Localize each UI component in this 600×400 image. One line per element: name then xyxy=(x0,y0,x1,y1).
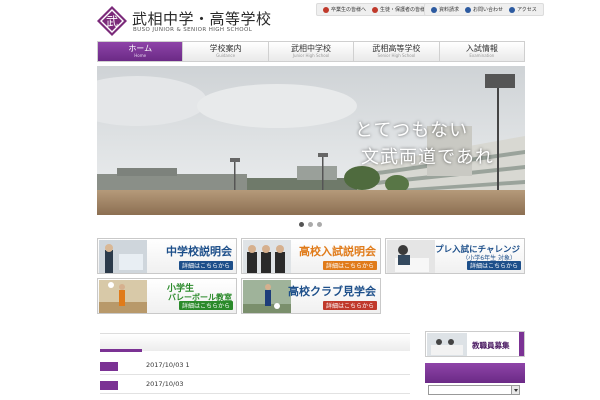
banner-photo-students xyxy=(243,240,291,273)
nav-examination-label: 入試情報 xyxy=(465,44,498,53)
alumni-link-label: 卒業生の皆様へ xyxy=(331,7,367,13)
banner-high-school-club-tour[interactable]: 高校クラブ見学会 詳細はこちらから xyxy=(241,278,381,314)
news-category-tag xyxy=(100,381,118,390)
chevron-down-icon xyxy=(511,386,519,394)
school-name-english: BUSO JUNIOR & SENIOR HIGH SCHOOL xyxy=(133,27,253,33)
banner-volleyball-class[interactable]: 小学生 バレーボール教室 詳細はこちらから xyxy=(97,278,237,314)
access-link-label: アクセス xyxy=(517,7,537,13)
news-list-header xyxy=(100,333,410,352)
nav-guidance-label: 学校案内 xyxy=(209,44,242,53)
students-parents-link[interactable]: 生徒・保護者の皆様へ xyxy=(372,6,430,13)
banner-photo-volleyball xyxy=(99,280,147,313)
nav-junior-high-label: 武相中学校 xyxy=(291,44,332,53)
nav-examination[interactable]: 入試情報 Examination xyxy=(440,42,524,61)
brochure-request-link[interactable]: 資料請求 xyxy=(431,6,459,13)
news-header-accent xyxy=(100,349,142,352)
banner-pre-entrance-challenge[interactable]: プレ入試にチャレンジ （小学6年生 対象） 詳細はこちらから xyxy=(385,238,525,274)
nav-junior-high-sub: Junior High School xyxy=(292,53,330,58)
nav-junior-high[interactable]: 武相中学校 Junior High School xyxy=(269,42,355,61)
slide-dot-2[interactable] xyxy=(308,222,313,227)
contact-link-label: お問い合わせ xyxy=(473,7,504,13)
school-crest-icon[interactable]: 武 xyxy=(97,6,127,36)
news-category-tag xyxy=(100,362,118,371)
slideshow-pager xyxy=(299,222,322,227)
access-link[interactable]: アクセス xyxy=(509,6,537,13)
blue-bullet-icon xyxy=(509,6,516,13)
news-item[interactable]: 2017/10/03 1 xyxy=(100,357,410,375)
brochure-request-label: 資料請求 xyxy=(439,7,460,13)
students-parents-link-label: 生徒・保護者の皆様へ xyxy=(380,7,431,13)
red-bullet-icon xyxy=(372,6,379,13)
news-list: 2017/10/03 1 2017/10/03 xyxy=(100,333,410,400)
school-name[interactable]: 武相中学・高等学校 xyxy=(132,8,272,29)
top-links-group-1: 卒業生の皆様へ 生徒・保護者の皆様へ xyxy=(316,3,438,16)
slide-dot-1[interactable] xyxy=(299,222,304,227)
hero-catchphrase-line2: 文武両道であれ xyxy=(361,147,494,168)
alumni-link[interactable]: 卒業生の皆様へ xyxy=(323,6,366,13)
staff-recruitment-label: 教職員募集 xyxy=(472,341,510,350)
nav-home[interactable]: ホーム Home xyxy=(98,42,184,61)
banner-title: 高校クラブ見学会 xyxy=(288,285,376,298)
slide-dot-3[interactable] xyxy=(317,222,322,227)
news-date: 2017/10/03 xyxy=(146,380,184,388)
details-button[interactable]: 詳細はこちらから xyxy=(178,261,233,270)
contact-link[interactable]: お問い合わせ xyxy=(465,6,503,13)
banner-photo-exam xyxy=(387,240,435,273)
global-nav: ホーム Home 学校案内 Guidance 武相中学校 Junior High… xyxy=(97,41,525,62)
details-button[interactable]: 詳細はこちらから xyxy=(466,261,521,270)
link-select-dropdown[interactable] xyxy=(428,385,520,395)
banner-junior-high-info-session[interactable]: 中学校説明会 詳細はこちらから xyxy=(97,238,237,274)
nav-home-label: ホーム xyxy=(128,44,153,53)
nav-guidance-sub: Guidance xyxy=(216,53,236,58)
banner-photo-sports xyxy=(243,280,291,313)
news-item[interactable] xyxy=(100,395,410,400)
blue-bullet-icon xyxy=(431,6,437,13)
details-button[interactable]: 詳細はこちらから xyxy=(322,301,377,310)
details-button[interactable]: 詳細はこちらから xyxy=(178,301,233,310)
nav-guidance[interactable]: 学校案内 Guidance xyxy=(183,42,269,61)
red-bullet-icon xyxy=(323,6,329,13)
news-date: 2017/10/03 1 xyxy=(146,361,190,369)
news-item[interactable]: 2017/10/03 xyxy=(100,376,410,394)
hero-slideshow[interactable]: とてつもない 文武両道であれ xyxy=(97,66,525,215)
details-button[interactable]: 詳細はこちらから xyxy=(322,261,377,270)
staff-recruitment-banner[interactable]: 教職員募集 xyxy=(425,331,525,357)
banner-title: 高校入試説明会 xyxy=(299,245,376,258)
nav-senior-high-sub: Senior High School xyxy=(377,53,416,58)
nav-home-sub: Home xyxy=(134,53,147,58)
blue-bullet-icon xyxy=(465,6,472,13)
sidebar-section-header xyxy=(425,363,525,383)
top-links-group-2: 資料請求 お問い合わせ アクセス xyxy=(424,3,544,16)
recruit-photo xyxy=(427,333,467,356)
svg-text:武: 武 xyxy=(106,15,118,29)
nav-examination-sub: Examination xyxy=(469,53,495,58)
hero-catchphrase-line1: とてつもない xyxy=(355,120,469,141)
banner-photo-teacher xyxy=(99,240,147,273)
nav-senior-high[interactable]: 武相高等学校 Senior High School xyxy=(354,42,440,61)
recruit-accent-bar xyxy=(519,332,524,356)
banner-title: 中学校説明会 xyxy=(166,245,232,258)
banner-high-school-info-session[interactable]: 高校入試説明会 詳細はこちらから xyxy=(241,238,381,274)
nav-senior-high-label: 武相高等学校 xyxy=(372,44,421,53)
